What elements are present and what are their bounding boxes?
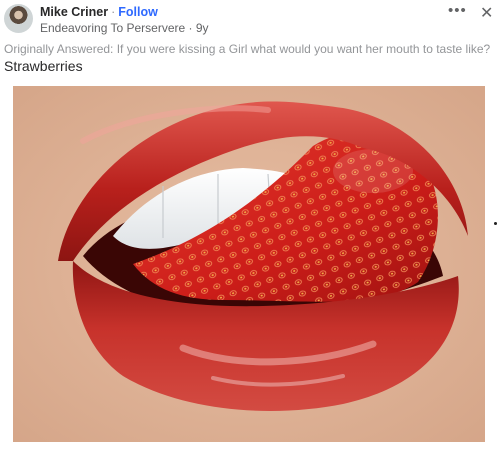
close-icon[interactable]: ✕ xyxy=(480,3,493,23)
author-credential: Endeavoring To Perservere · 9y xyxy=(40,21,209,35)
answer-text: Strawberries xyxy=(4,58,83,74)
strawberry-lips-photo xyxy=(13,86,485,442)
separator: · xyxy=(111,5,116,19)
more-horizontal-icon[interactable]: ••• xyxy=(448,2,467,19)
author-line: Mike Criner · Follow xyxy=(40,5,158,19)
edge-marker xyxy=(494,222,497,225)
follow-button[interactable]: Follow xyxy=(118,5,158,19)
author-avatar[interactable] xyxy=(4,4,33,33)
original-question[interactable]: Originally Answered: If you were kissing… xyxy=(4,42,490,56)
author-name[interactable]: Mike Criner xyxy=(40,5,108,19)
